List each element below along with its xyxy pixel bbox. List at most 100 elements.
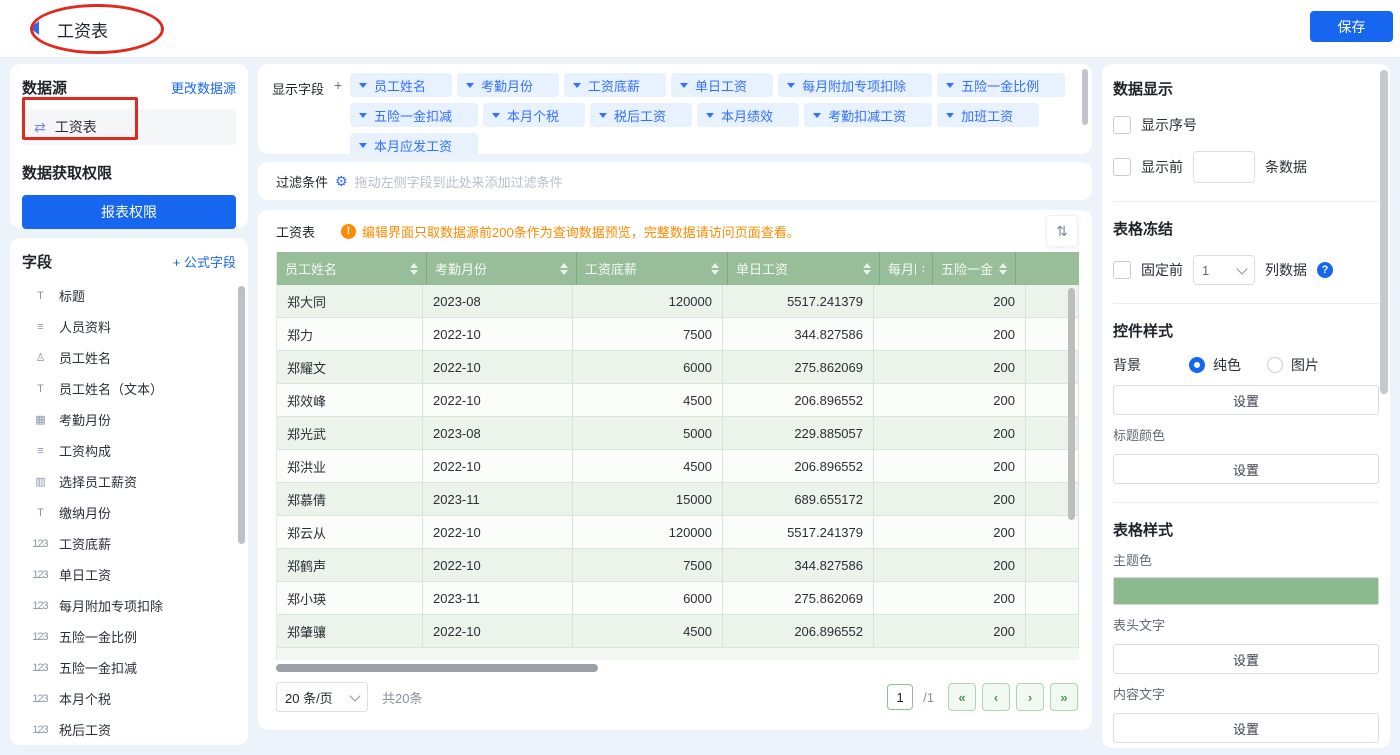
- theme-color-swatch[interactable]: [1113, 577, 1379, 605]
- add-formula-field-link[interactable]: + 公式字段: [173, 252, 236, 271]
- display-field-tag[interactable]: 五险一金扣减: [350, 103, 478, 127]
- title-color-set-button[interactable]: 设置: [1113, 454, 1379, 484]
- data-table: 员工姓名 考勤月份 工资底薪 单日工资: [276, 252, 1079, 660]
- report-permission-button[interactable]: 报表权限: [22, 195, 236, 229]
- table-horizontal-scrollbar[interactable]: [276, 664, 1078, 672]
- table-row[interactable]: 郑肇骧 2022-10 4500 206.896552 200: [277, 615, 1079, 648]
- show-first-checkbox[interactable]: [1113, 158, 1131, 176]
- display-field-tag[interactable]: 工资底薪: [564, 73, 666, 97]
- column-sort-icon[interactable]: [554, 259, 568, 279]
- page-size-select[interactable]: 20 条/页: [276, 682, 368, 712]
- field-item[interactable]: 123 五险一金比例: [22, 621, 236, 652]
- table-row[interactable]: 郑耀文 2022-10 6000 275.862069 200: [277, 351, 1079, 384]
- field-item[interactable]: T 员工姓名（文本）: [22, 373, 236, 404]
- field-item[interactable]: 123 本月个税: [22, 683, 236, 714]
- table-row[interactable]: 郑力 2022-10 7500 344.827586 200: [277, 318, 1079, 351]
- prev-page-button[interactable]: ‹: [982, 683, 1010, 711]
- field-label: 缴纳月份: [59, 503, 111, 522]
- field-label: 五险一金扣减: [59, 658, 137, 677]
- show-index-label: 显示序号: [1141, 115, 1197, 135]
- field-item[interactable]: 123 单日工资: [22, 559, 236, 590]
- field-type-icon: T: [30, 507, 50, 519]
- fix-columns-select[interactable]: 1: [1193, 255, 1255, 285]
- table-row[interactable]: 郑效峰 2022-10 4500 206.896552 200: [277, 384, 1079, 417]
- show-first-count-input[interactable]: [1193, 151, 1255, 183]
- page-number-input[interactable]: 1: [887, 684, 913, 710]
- display-field-tag[interactable]: 加班工资: [937, 103, 1039, 127]
- display-fields-scrollbar[interactable]: [1082, 69, 1088, 125]
- display-field-tag[interactable]: 本月个税: [483, 103, 585, 127]
- cell-monthly-deduction: 200: [874, 549, 1026, 581]
- next-page-button[interactable]: ›: [1016, 683, 1044, 711]
- display-field-tag[interactable]: 考勤扣减工资: [804, 103, 932, 127]
- table-vertical-scrollbar[interactable]: [1068, 288, 1075, 520]
- column-header[interactable]: 五险一金: [933, 252, 1016, 285]
- table-row[interactable]: 郑洪业 2022-10 4500 206.896552 200: [277, 450, 1079, 483]
- field-item[interactable]: T 缴纳月份: [22, 497, 236, 528]
- cell-daily-salary: 5517.241379: [723, 516, 874, 548]
- help-icon[interactable]: ?: [1317, 262, 1333, 278]
- solid-color-label: 纯色: [1213, 355, 1241, 375]
- display-field-tag[interactable]: 本月绩效: [697, 103, 799, 127]
- column-sort-icon[interactable]: [993, 259, 1007, 279]
- first-page-button[interactable]: «: [948, 683, 976, 711]
- cell-employee-name: 郑肇骧: [277, 615, 423, 647]
- field-item[interactable]: ♙ 员工姓名: [22, 342, 236, 373]
- cell-employee-name: 郑云从: [277, 516, 423, 548]
- table-header-row: 员工姓名 考勤月份 工资底薪 单日工资: [277, 252, 1079, 285]
- gear-icon[interactable]: ⚙: [335, 173, 348, 190]
- table-row[interactable]: 郑鹤声 2022-10 7500 344.827586 200: [277, 549, 1079, 582]
- column-header[interactable]: 工资底薪: [577, 252, 728, 285]
- fix-columns-value: 1: [1202, 263, 1209, 278]
- table-row[interactable]: 郑小瑛 2023-11 6000 275.862069 200: [277, 582, 1079, 615]
- header-text-set-button[interactable]: 设置: [1113, 644, 1379, 674]
- display-field-tag[interactable]: 税后工资: [590, 103, 692, 127]
- display-field-tag[interactable]: 员工姓名: [350, 73, 452, 97]
- column-header[interactable]: 每月附加专项扣除: [880, 252, 933, 285]
- table-row[interactable]: 郑慕倩 2023-11 15000 689.655172 200: [277, 483, 1079, 516]
- display-field-tag[interactable]: 单日工资: [671, 73, 773, 97]
- field-item[interactable]: ▦ 考勤月份: [22, 404, 236, 435]
- column-sort-icon[interactable]: [705, 259, 719, 279]
- settings-scrollbar[interactable]: [1380, 70, 1388, 394]
- field-item[interactable]: 123 工资底薪: [22, 528, 236, 559]
- fields-panel: 字段 + 公式字段 T 标题 ≡ 人员资料 ♙ 员工姓名: [10, 238, 248, 745]
- sort-toggle-button[interactable]: ⇅: [1046, 215, 1078, 247]
- column-sort-icon[interactable]: [916, 259, 924, 279]
- solid-color-radio[interactable]: [1189, 357, 1205, 373]
- permission-heading: 数据获取权限: [22, 162, 112, 183]
- field-item[interactable]: 123 每月附加专项扣除: [22, 590, 236, 621]
- display-field-tag[interactable]: 五险一金比例: [937, 73, 1065, 97]
- add-display-field-button[interactable]: +: [334, 77, 350, 154]
- content-text-set-button[interactable]: 设置: [1113, 713, 1379, 743]
- show-index-checkbox[interactable]: [1113, 116, 1131, 134]
- fields-scrollbar[interactable]: [238, 286, 245, 544]
- table-row[interactable]: 郑大同 2023-08 120000 5517.241379 200: [277, 285, 1079, 318]
- fix-columns-checkbox[interactable]: [1113, 261, 1131, 279]
- column-sort-icon[interactable]: [857, 259, 871, 279]
- change-datasource-link[interactable]: 更改数据源: [171, 78, 236, 97]
- display-field-tag[interactable]: 考勤月份: [457, 73, 559, 97]
- field-item[interactable]: 123 税后工资: [22, 714, 236, 745]
- column-header[interactable]: 考勤月份: [427, 252, 577, 285]
- cell-base-salary: 120000: [573, 285, 723, 317]
- field-item[interactable]: 123 五险一金扣减: [22, 652, 236, 683]
- column-header[interactable]: 员工姓名: [277, 252, 427, 285]
- image-radio[interactable]: [1267, 357, 1283, 373]
- field-item[interactable]: T 标题: [22, 280, 236, 311]
- column-header[interactable]: 单日工资: [728, 252, 880, 285]
- save-button[interactable]: 保存: [1310, 11, 1393, 42]
- field-item[interactable]: ▥ 选择员工薪资: [22, 466, 236, 497]
- display-field-tag[interactable]: 每月附加专项扣除: [778, 73, 932, 97]
- cell-monthly-deduction: 200: [874, 615, 1026, 647]
- cell-attendance-month: 2022-10: [423, 516, 573, 548]
- last-page-button[interactable]: »: [1050, 683, 1078, 711]
- field-item[interactable]: ≡ 工资构成: [22, 435, 236, 466]
- column-sort-icon[interactable]: [404, 259, 418, 279]
- background-set-button[interactable]: 设置: [1113, 385, 1379, 415]
- display-field-tag[interactable]: 本月应发工资: [350, 133, 478, 154]
- table-row[interactable]: 郑云从 2022-10 120000 5517.241379 200: [277, 516, 1079, 549]
- table-row[interactable]: 郑光武 2023-08 5000 229.885057 200: [277, 417, 1079, 450]
- tag-label: 税后工资: [614, 106, 666, 125]
- field-item[interactable]: ≡ 人员资料: [22, 311, 236, 342]
